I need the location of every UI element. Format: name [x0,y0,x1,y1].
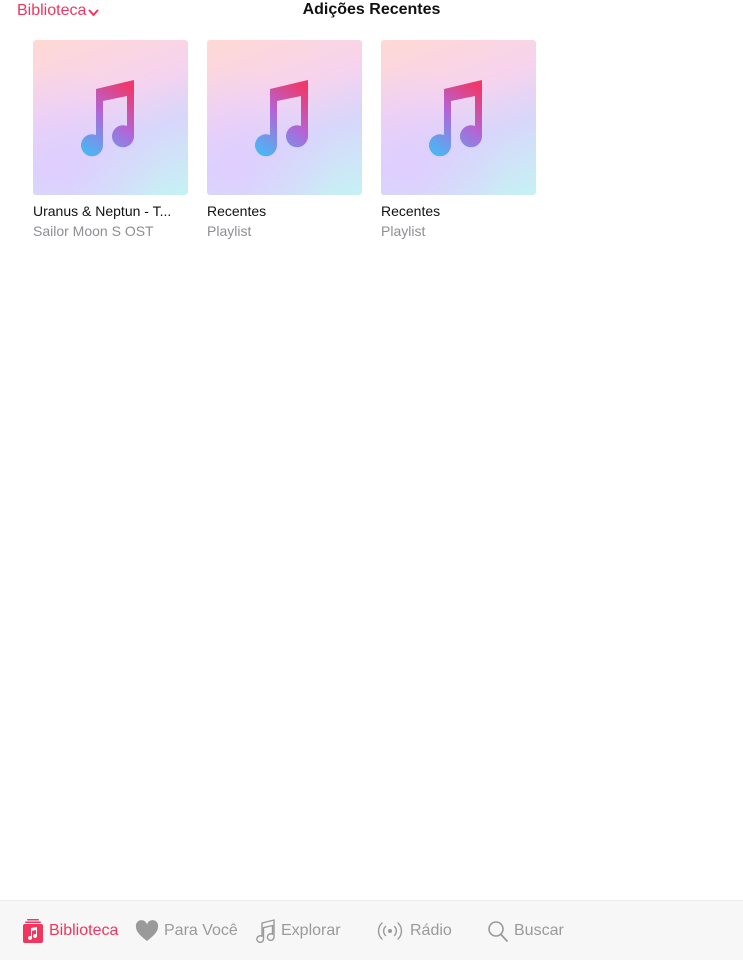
library-icon [23,919,43,943]
playlist-artwork[interactable] [207,40,362,195]
tab-explorar[interactable]: Explorar [256,917,341,945]
playlist-tile[interactable]: Recentes Playlist [381,40,536,240]
tab-label: Buscar [514,922,564,939]
tab-label: Explorar [281,922,341,939]
radio-icon [377,922,403,940]
tab-radio[interactable]: Rádio [375,917,452,945]
music-note-icon [255,80,309,157]
item-subtitle: Playlist [207,223,252,239]
playlist-tile[interactable]: Recentes Playlist [207,40,362,240]
navigation-bar: Biblioteca Adições Recentes [0,0,743,26]
music-note-icon [429,80,483,157]
tab-buscar[interactable]: Buscar [487,917,564,945]
tab-label: Para Você [164,922,238,939]
page-title: Adições Recentes [302,1,441,18]
music-note-icon [256,919,275,943]
tab-para-voce[interactable]: Para Você [135,917,238,945]
item-title: Uranus & Neptun - T... [33,203,172,219]
item-title: Recentes [381,203,441,219]
tab-label: Biblioteca [49,922,119,939]
playlist-artwork[interactable] [381,40,536,195]
item-subtitle: Sailor Moon S OST [33,223,154,239]
item-subtitle: Playlist [381,223,426,239]
search-icon [488,921,508,942]
music-note-icon [81,80,135,157]
tab-bar: Biblioteca Para Você Explorar Rádio Busc… [0,900,743,960]
heart-icon [135,920,159,941]
recently-added-grid: Uranus & Neptun - T... Sailor Moon S OST… [33,40,536,240]
app-screen: Biblioteca Adições Recentes Uranus & Nep… [0,0,743,960]
tab-biblioteca[interactable]: Biblioteca [22,917,118,945]
album-tile[interactable]: Uranus & Neptun - T... Sailor Moon S OST [33,40,188,240]
album-artwork[interactable] [33,40,188,195]
tab-label: Rádio [410,922,452,939]
item-title: Recentes [207,203,267,219]
